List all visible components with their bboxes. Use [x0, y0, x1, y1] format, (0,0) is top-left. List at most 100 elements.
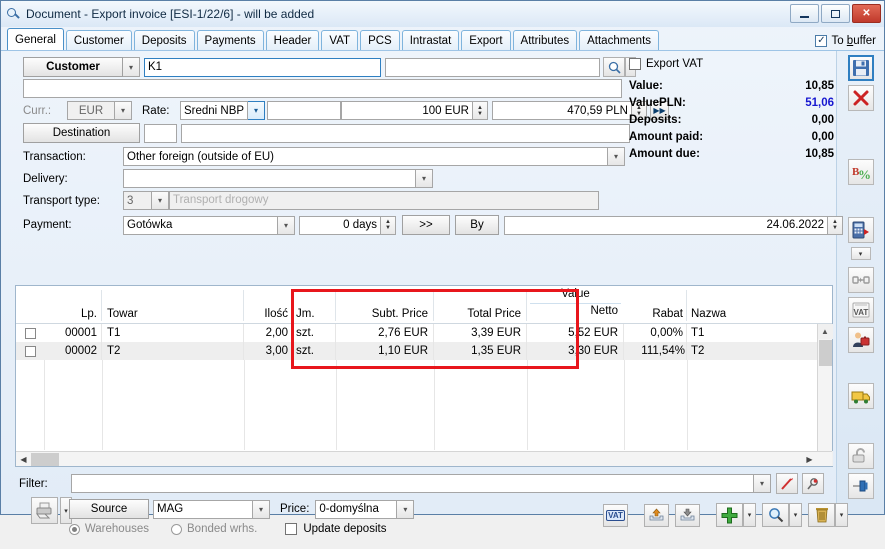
vat-button[interactable]: VAT	[603, 503, 628, 527]
payment-more-button[interactable]: >>	[402, 215, 450, 235]
source-button[interactable]: Source	[69, 499, 149, 519]
grid-header-rabat[interactable]: Rabat	[624, 286, 687, 323]
payment-date-spinner[interactable]: ▲ ▼	[828, 215, 843, 235]
grid-header-subt-price[interactable]: Subt. Price	[336, 286, 434, 323]
transport-code-input[interactable]	[123, 191, 152, 210]
cancel-button[interactable]	[847, 85, 874, 111]
close-button[interactable]: ✕	[852, 4, 881, 23]
contractor-button[interactable]	[847, 327, 874, 353]
destination-button[interactable]: Destination	[23, 123, 140, 143]
delete-dropdown-icon[interactable]: ▾	[835, 503, 848, 527]
tab-general[interactable]: General	[7, 28, 64, 50]
payment-input[interactable]	[123, 215, 278, 235]
payment-days-input[interactable]	[299, 215, 381, 235]
filter-dropdown-icon[interactable]: ▾	[754, 474, 771, 493]
transaction-input[interactable]	[123, 147, 608, 166]
source-value-input[interactable]	[153, 499, 253, 519]
filter-edit-icon[interactable]	[776, 473, 798, 494]
tab-intrastat[interactable]: Intrastat	[401, 30, 460, 50]
tab-attributes[interactable]: Attributes	[512, 30, 578, 50]
transport-dropdown-icon[interactable]: ▾	[152, 191, 169, 210]
table-row[interactable]: 00002 T2 3,00 szt. 1,10 EUR 1,35 EUR 3,3…	[16, 342, 832, 360]
to-buffer-check-glyph: ✓	[815, 35, 828, 47]
filter-input[interactable]	[71, 474, 754, 493]
tab-pcs[interactable]: PCS	[360, 30, 400, 50]
export-vat-checkbox[interactable]: Export VAT	[629, 55, 834, 73]
search-button[interactable]	[762, 503, 789, 527]
rate-name-input[interactable]	[267, 101, 341, 120]
row-checkbox[interactable]	[24, 345, 36, 357]
tab-payments[interactable]: Payments	[196, 30, 264, 50]
grid-header-value-netto[interactable]: Value Netto	[527, 286, 624, 323]
tab-customer[interactable]: Customer	[65, 30, 132, 50]
grid-vertical-scrollbar[interactable]: ▲ ▼	[817, 324, 833, 466]
warehouses-radio[interactable]: Warehouses	[69, 523, 149, 535]
tab-deposits[interactable]: Deposits	[133, 30, 195, 50]
grid-header-nazwa[interactable]: Nazwa	[687, 286, 817, 323]
payment-dropdown-icon[interactable]: ▾	[278, 215, 295, 235]
maximize-button[interactable]	[821, 4, 850, 23]
delete-button[interactable]	[808, 503, 835, 527]
save-button[interactable]	[847, 55, 874, 81]
print-icon[interactable]	[31, 497, 58, 524]
upload-button[interactable]	[644, 503, 669, 527]
grid-horizontal-scrollbar[interactable]: ◀ ▶	[16, 451, 832, 466]
delivery-dropdown-icon[interactable]: ▾	[416, 169, 433, 188]
download-button[interactable]	[675, 503, 700, 527]
grid-header-total-price[interactable]: Total Price	[434, 286, 527, 323]
grid-header-towar[interactable]: Towar	[102, 286, 244, 323]
customer-search-icon[interactable]	[603, 57, 625, 77]
calculator-dropdown-icon[interactable]: ▾	[850, 247, 871, 260]
pin-button[interactable]	[847, 473, 874, 499]
customer-address-input[interactable]	[23, 79, 622, 98]
price-value-input[interactable]	[315, 499, 398, 519]
hscroll-thumb[interactable]	[31, 452, 59, 466]
payment-by-button[interactable]: By	[455, 215, 499, 235]
scroll-left-icon[interactable]: ◀	[16, 452, 31, 466]
customer-dropdown-icon[interactable]: ▾	[123, 57, 140, 77]
search-dropdown-icon[interactable]: ▾	[789, 503, 802, 527]
add-dropdown-icon[interactable]: ▾	[743, 503, 756, 527]
link-button[interactable]	[847, 267, 874, 293]
bonded-radio[interactable]: Bonded wrhs.	[171, 523, 257, 535]
add-button[interactable]	[716, 503, 743, 527]
source-dropdown-icon[interactable]: ▾	[253, 499, 270, 519]
rate-to-input[interactable]	[492, 101, 632, 120]
to-buffer-checkbox[interactable]: ✓ To buffer	[815, 35, 876, 47]
filter-search-icon[interactable]	[802, 473, 824, 494]
tab-header[interactable]: Header	[265, 30, 320, 50]
minimize-button[interactable]	[790, 4, 819, 23]
discount-button[interactable]: B%	[847, 159, 874, 185]
payment-date-input[interactable]	[504, 215, 828, 235]
destination-name-input[interactable]	[181, 123, 630, 143]
payment-days-spinner[interactable]: ▲ ▼	[381, 215, 396, 235]
customer-name-input[interactable]	[385, 57, 600, 77]
customer-button[interactable]: Customer	[23, 57, 123, 77]
delivery-input[interactable]	[123, 169, 416, 188]
customer-code-input[interactable]	[144, 57, 381, 77]
vat-register-button[interactable]: VAT	[847, 297, 874, 323]
rate-type-dropdown-icon[interactable]: ▾	[248, 101, 265, 120]
price-dropdown-icon[interactable]: ▾	[397, 499, 415, 519]
scroll-right-icon[interactable]: ▶	[802, 452, 817, 466]
row-checkbox[interactable]	[24, 327, 36, 339]
grid-header-lp[interactable]: Lp.	[44, 286, 102, 323]
rate-type-input[interactable]	[180, 101, 248, 120]
rate-from-spinner[interactable]: ▲ ▼	[473, 101, 488, 120]
lock-button[interactable]	[847, 443, 874, 469]
calculator-button[interactable]	[847, 217, 874, 243]
rate-from-input[interactable]	[341, 101, 473, 120]
cell-lp: 00002	[44, 342, 102, 360]
tab-export[interactable]: Export	[461, 30, 511, 50]
table-row[interactable]: 00001 T1 2,00 szt. 2,76 EUR 3,39 EUR 5,5…	[16, 324, 832, 342]
scroll-up-icon[interactable]: ▲	[817, 324, 833, 339]
destination-code-input[interactable]	[144, 123, 177, 143]
transaction-dropdown-icon[interactable]: ▾	[608, 147, 625, 166]
update-deposits-checkbox[interactable]: Update deposits	[285, 523, 386, 535]
grid-header-jm[interactable]: Jm.	[292, 286, 336, 323]
grid-header-ilosc[interactable]: Ilość	[244, 286, 292, 323]
shipment-button[interactable]	[847, 383, 874, 409]
tab-attachments[interactable]: Attachments	[579, 30, 660, 50]
tab-vat[interactable]: VAT	[321, 30, 359, 50]
scroll-thumb[interactable]	[818, 340, 832, 366]
